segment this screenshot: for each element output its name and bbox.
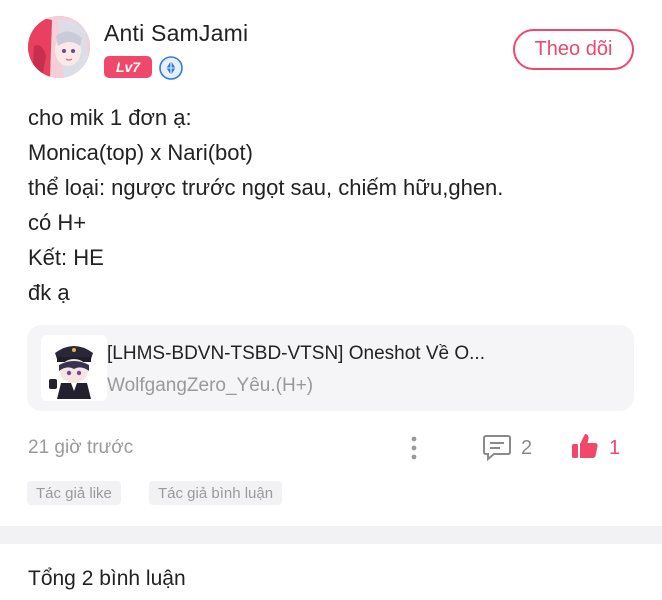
post-content-line: đk ạ xyxy=(28,280,70,305)
anime-avatar-icon xyxy=(28,16,90,78)
author-liked-tag[interactable]: Tác giả like xyxy=(27,481,121,505)
author-avatar[interactable] xyxy=(28,16,90,78)
story-title: [LHMS-BDVN-TSBD-VTSN] Oneshot Về O... xyxy=(107,343,485,364)
verified-diamond-icon xyxy=(159,56,183,80)
chibi-character-thumbnail-icon xyxy=(41,335,107,401)
level-badge: Lv7 xyxy=(104,56,152,78)
post-card: Anti SamJami Lv7 Theo dõi cho mik 1 đơn … xyxy=(0,0,662,526)
comments-total-header: Tổng 2 bình luận xyxy=(28,567,186,590)
post-content-line: cho mik 1 đơn ạ: xyxy=(28,105,192,130)
linked-story-card[interactable]: [LHMS-BDVN-TSBD-VTSN] Oneshot Về O... Wo… xyxy=(27,325,634,411)
more-options-icon[interactable] xyxy=(408,434,420,462)
post-content-line: Monica(top) x Nari(bot) xyxy=(28,140,253,165)
story-author: WolfgangZero_Yêu.(H+) xyxy=(107,375,314,396)
thumbs-up-icon[interactable] xyxy=(570,431,600,461)
story-thumbnail xyxy=(41,335,107,401)
author-commented-tag[interactable]: Tác giả bình luận xyxy=(149,481,283,505)
comment-icon[interactable] xyxy=(482,433,512,461)
author-name[interactable]: Anti SamJami xyxy=(104,20,248,47)
post-content: cho mik 1 đơn ạ: Monica(top) x Nari(bot)… xyxy=(28,100,638,310)
post-timestamp: 21 giờ trước xyxy=(28,437,134,458)
post-content-line: Kết: HE xyxy=(28,245,104,270)
comment-count: 2 xyxy=(521,437,533,459)
section-divider xyxy=(0,526,662,544)
post-content-line: có H+ xyxy=(28,210,87,235)
like-count: 1 xyxy=(609,437,621,459)
post-content-line: thể loại: ngược trước ngọt sau, chiếm hữ… xyxy=(28,175,504,200)
follow-button[interactable]: Theo dõi xyxy=(513,29,634,70)
